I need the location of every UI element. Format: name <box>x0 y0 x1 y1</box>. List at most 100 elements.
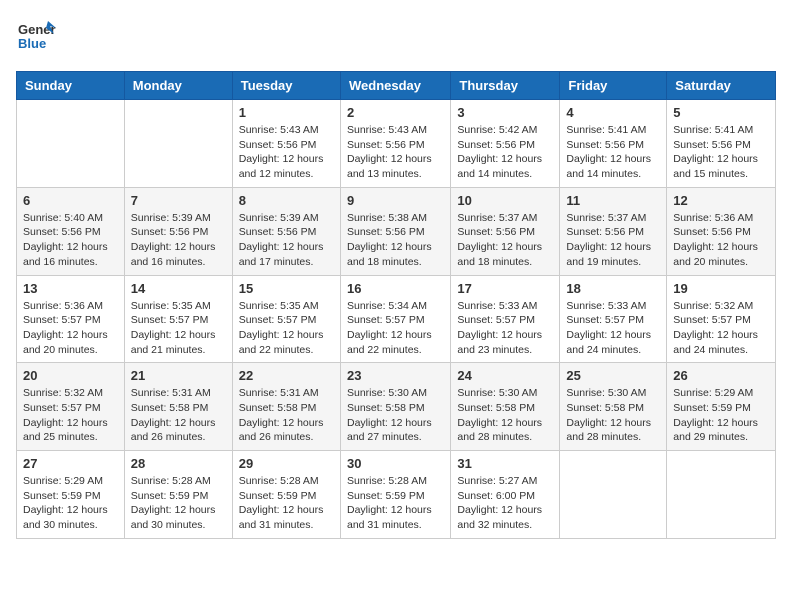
day-info: Sunrise: 5:30 AM Sunset: 5:58 PM Dayligh… <box>457 386 553 445</box>
calendar-week-row: 6 Sunrise: 5:40 AM Sunset: 5:56 PM Daylig… <box>17 187 776 275</box>
day-info: Sunrise: 5:32 AM Sunset: 5:57 PM Dayligh… <box>673 299 769 358</box>
day-number: 30 <box>347 456 444 471</box>
day-info: Sunrise: 5:41 AM Sunset: 5:56 PM Dayligh… <box>566 123 660 182</box>
calendar-table: SundayMondayTuesdayWednesdayThursdayFrid… <box>16 71 776 539</box>
day-number: 9 <box>347 193 444 208</box>
weekday-header-saturday: Saturday <box>667 72 776 100</box>
day-number: 18 <box>566 281 660 296</box>
calendar-cell: 30 Sunrise: 5:28 AM Sunset: 5:59 PM Dayli… <box>340 451 450 539</box>
day-number: 26 <box>673 368 769 383</box>
day-number: 11 <box>566 193 660 208</box>
day-info: Sunrise: 5:37 AM Sunset: 5:56 PM Dayligh… <box>457 211 553 270</box>
calendar-cell: 13 Sunrise: 5:36 AM Sunset: 5:57 PM Dayli… <box>17 275 125 363</box>
day-info: Sunrise: 5:28 AM Sunset: 5:59 PM Dayligh… <box>347 474 444 533</box>
day-number: 6 <box>23 193 118 208</box>
day-number: 7 <box>131 193 226 208</box>
day-info: Sunrise: 5:33 AM Sunset: 5:57 PM Dayligh… <box>566 299 660 358</box>
day-number: 17 <box>457 281 553 296</box>
day-info: Sunrise: 5:42 AM Sunset: 5:56 PM Dayligh… <box>457 123 553 182</box>
calendar-cell: 1 Sunrise: 5:43 AM Sunset: 5:56 PM Daylig… <box>232 100 340 188</box>
calendar-cell: 5 Sunrise: 5:41 AM Sunset: 5:56 PM Daylig… <box>667 100 776 188</box>
calendar-cell: 21 Sunrise: 5:31 AM Sunset: 5:58 PM Dayli… <box>124 363 232 451</box>
svg-text:Blue: Blue <box>18 36 46 51</box>
calendar-cell: 19 Sunrise: 5:32 AM Sunset: 5:57 PM Dayli… <box>667 275 776 363</box>
calendar-cell: 12 Sunrise: 5:36 AM Sunset: 5:56 PM Dayli… <box>667 187 776 275</box>
day-number: 4 <box>566 105 660 120</box>
calendar-cell <box>17 100 125 188</box>
day-info: Sunrise: 5:31 AM Sunset: 5:58 PM Dayligh… <box>131 386 226 445</box>
calendar-cell: 16Sunrise: 5:34 AM Sunset: 5:57 PM Dayli… <box>340 275 450 363</box>
day-info: Sunrise: 5:34 AM Sunset: 5:57 PM Dayligh… <box>347 299 444 358</box>
day-info: Sunrise: 5:29 AM Sunset: 5:59 PM Dayligh… <box>23 474 118 533</box>
day-info: Sunrise: 5:39 AM Sunset: 5:56 PM Dayligh… <box>131 211 226 270</box>
day-info: Sunrise: 5:38 AM Sunset: 5:56 PM Dayligh… <box>347 211 444 270</box>
weekday-header-wednesday: Wednesday <box>340 72 450 100</box>
weekday-header-row: SundayMondayTuesdayWednesdayThursdayFrid… <box>17 72 776 100</box>
day-number: 29 <box>239 456 334 471</box>
calendar-cell: 20Sunrise: 5:32 AM Sunset: 5:57 PM Dayli… <box>17 363 125 451</box>
calendar-cell: 3Sunrise: 5:42 AM Sunset: 5:56 PM Daylig… <box>451 100 560 188</box>
day-number: 13 <box>23 281 118 296</box>
calendar-cell: 8 Sunrise: 5:39 AM Sunset: 5:56 PM Daylig… <box>232 187 340 275</box>
weekday-header-sunday: Sunday <box>17 72 125 100</box>
day-info: Sunrise: 5:36 AM Sunset: 5:57 PM Dayligh… <box>23 299 118 358</box>
calendar-cell: 14 Sunrise: 5:35 AM Sunset: 5:57 PM Dayli… <box>124 275 232 363</box>
calendar-cell <box>560 451 667 539</box>
day-number: 22 <box>239 368 334 383</box>
page-header: General Blue <box>16 16 776 61</box>
calendar-cell: 11 Sunrise: 5:37 AM Sunset: 5:56 PM Dayli… <box>560 187 667 275</box>
calendar-cell: 7 Sunrise: 5:39 AM Sunset: 5:56 PM Daylig… <box>124 187 232 275</box>
calendar-cell: 18 Sunrise: 5:33 AM Sunset: 5:57 PM Dayli… <box>560 275 667 363</box>
day-number: 21 <box>131 368 226 383</box>
day-number: 12 <box>673 193 769 208</box>
day-info: Sunrise: 5:31 AM Sunset: 5:58 PM Dayligh… <box>239 386 334 445</box>
calendar-cell: 15Sunrise: 5:35 AM Sunset: 5:57 PM Dayli… <box>232 275 340 363</box>
day-info: Sunrise: 5:43 AM Sunset: 5:56 PM Dayligh… <box>239 123 334 182</box>
day-info: Sunrise: 5:41 AM Sunset: 5:56 PM Dayligh… <box>673 123 769 182</box>
calendar-cell: 2Sunrise: 5:43 AM Sunset: 5:56 PM Daylig… <box>340 100 450 188</box>
day-info: Sunrise: 5:28 AM Sunset: 5:59 PM Dayligh… <box>131 474 226 533</box>
day-info: Sunrise: 5:27 AM Sunset: 6:00 PM Dayligh… <box>457 474 553 533</box>
calendar-week-row: 20Sunrise: 5:32 AM Sunset: 5:57 PM Dayli… <box>17 363 776 451</box>
calendar-cell <box>667 451 776 539</box>
calendar-cell: 24 Sunrise: 5:30 AM Sunset: 5:58 PM Dayli… <box>451 363 560 451</box>
day-info: Sunrise: 5:28 AM Sunset: 5:59 PM Dayligh… <box>239 474 334 533</box>
day-number: 25 <box>566 368 660 383</box>
day-number: 24 <box>457 368 553 383</box>
weekday-header-monday: Monday <box>124 72 232 100</box>
calendar-week-row: 13 Sunrise: 5:36 AM Sunset: 5:57 PM Dayli… <box>17 275 776 363</box>
day-number: 1 <box>239 105 334 120</box>
calendar-week-row: 1 Sunrise: 5:43 AM Sunset: 5:56 PM Daylig… <box>17 100 776 188</box>
calendar-cell: 31Sunrise: 5:27 AM Sunset: 6:00 PM Dayli… <box>451 451 560 539</box>
day-info: Sunrise: 5:30 AM Sunset: 5:58 PM Dayligh… <box>347 386 444 445</box>
day-number: 8 <box>239 193 334 208</box>
calendar-cell: 27Sunrise: 5:29 AM Sunset: 5:59 PM Dayli… <box>17 451 125 539</box>
day-info: Sunrise: 5:40 AM Sunset: 5:56 PM Dayligh… <box>23 211 118 270</box>
calendar-cell: 26 Sunrise: 5:29 AM Sunset: 5:59 PM Dayli… <box>667 363 776 451</box>
day-info: Sunrise: 5:39 AM Sunset: 5:56 PM Dayligh… <box>239 211 334 270</box>
weekday-header-friday: Friday <box>560 72 667 100</box>
day-number: 23 <box>347 368 444 383</box>
day-number: 19 <box>673 281 769 296</box>
day-number: 5 <box>673 105 769 120</box>
day-info: Sunrise: 5:33 AM Sunset: 5:57 PM Dayligh… <box>457 299 553 358</box>
day-info: Sunrise: 5:37 AM Sunset: 5:56 PM Dayligh… <box>566 211 660 270</box>
logo: General Blue <box>16 16 56 61</box>
day-info: Sunrise: 5:35 AM Sunset: 5:57 PM Dayligh… <box>131 299 226 358</box>
weekday-header-tuesday: Tuesday <box>232 72 340 100</box>
calendar-cell: 6 Sunrise: 5:40 AM Sunset: 5:56 PM Daylig… <box>17 187 125 275</box>
day-number: 28 <box>131 456 226 471</box>
day-info: Sunrise: 5:29 AM Sunset: 5:59 PM Dayligh… <box>673 386 769 445</box>
calendar-cell <box>124 100 232 188</box>
day-info: Sunrise: 5:32 AM Sunset: 5:57 PM Dayligh… <box>23 386 118 445</box>
day-number: 14 <box>131 281 226 296</box>
calendar-cell: 17 Sunrise: 5:33 AM Sunset: 5:57 PM Dayli… <box>451 275 560 363</box>
calendar-cell: 23 Sunrise: 5:30 AM Sunset: 5:58 PM Dayli… <box>340 363 450 451</box>
day-info: Sunrise: 5:43 AM Sunset: 5:56 PM Dayligh… <box>347 123 444 182</box>
calendar-cell: 29 Sunrise: 5:28 AM Sunset: 5:59 PM Dayli… <box>232 451 340 539</box>
day-info: Sunrise: 5:35 AM Sunset: 5:57 PM Dayligh… <box>239 299 334 358</box>
calendar-cell: 25Sunrise: 5:30 AM Sunset: 5:58 PM Dayli… <box>560 363 667 451</box>
day-info: Sunrise: 5:36 AM Sunset: 5:56 PM Dayligh… <box>673 211 769 270</box>
weekday-header-thursday: Thursday <box>451 72 560 100</box>
calendar-cell: 9 Sunrise: 5:38 AM Sunset: 5:56 PM Daylig… <box>340 187 450 275</box>
